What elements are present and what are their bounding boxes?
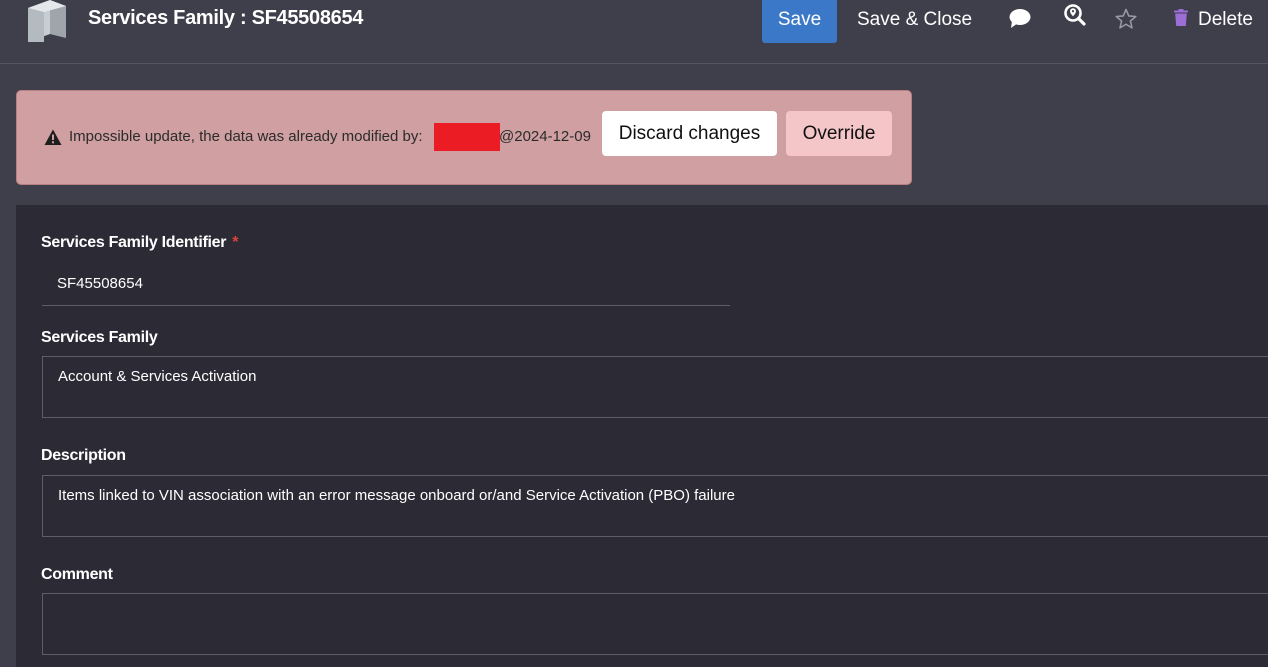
comment-label: Comment	[41, 566, 113, 583]
warning-icon	[44, 129, 62, 146]
star-icon[interactable]	[1112, 6, 1140, 32]
cube-icon	[22, 0, 68, 42]
identifier-label-text: Services Family Identifier	[41, 234, 227, 251]
save-and-close-button[interactable]: Save & Close	[851, 0, 978, 40]
services-family-label: Services Family	[41, 329, 158, 346]
override-button[interactable]: Override	[786, 111, 892, 156]
description-label: Description	[41, 447, 126, 464]
form-panel: Services Family Identifier * SF45508654 S…	[16, 205, 1268, 667]
redacted-username	[434, 123, 500, 151]
trash-icon	[1174, 8, 1188, 32]
required-mark: *	[232, 234, 239, 251]
comment-field[interactable]	[42, 593, 1268, 655]
search-location-icon[interactable]	[1061, 2, 1089, 28]
services-family-field[interactable]: Account & Services Activation	[42, 356, 1268, 418]
discard-changes-button[interactable]: Discard changes	[602, 111, 777, 156]
alert-message: Impossible update, the data was already …	[69, 128, 423, 145]
delete-button[interactable]: Delete	[1170, 0, 1257, 40]
top-toolbar: Services Family : SF45508654 Save Save &…	[0, 0, 1268, 64]
identifier-value: SF45508654	[57, 275, 143, 292]
description-field[interactable]: Items linked to VIN association with an …	[42, 475, 1268, 537]
identifier-label: Services Family Identifier *	[41, 234, 238, 252]
comment-icon[interactable]	[1006, 6, 1034, 32]
alert-date: @2024-12-09	[499, 128, 591, 145]
page-title: Services Family : SF45508654	[88, 7, 364, 29]
conflict-alert: Impossible update, the data was already …	[16, 90, 912, 185]
delete-label: Delete	[1198, 9, 1253, 30]
identifier-field[interactable]: SF45508654	[42, 263, 730, 306]
description-value: Items linked to VIN association with an …	[58, 487, 735, 504]
save-button[interactable]: Save	[762, 0, 837, 43]
services-family-value: Account & Services Activation	[58, 368, 257, 385]
